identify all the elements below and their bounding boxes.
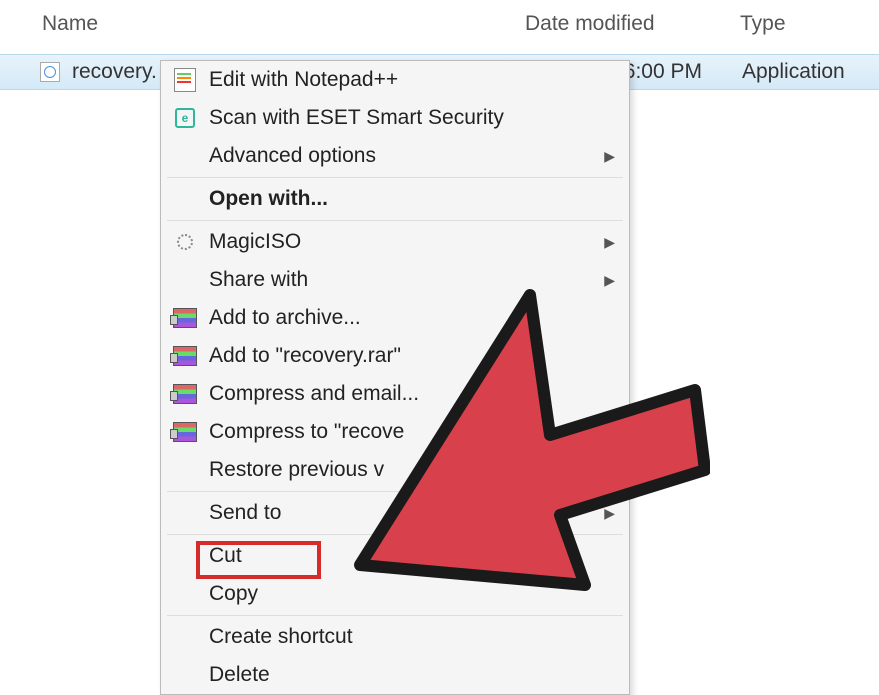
winrar-icon [171,304,199,332]
menu-copy[interactable]: Copy [161,575,629,613]
menu-cut[interactable]: Cut [161,537,629,575]
menu-scan-eset[interactable]: e Scan with ESET Smart Security [161,99,629,137]
column-header-type[interactable]: Type [740,12,786,36]
menu-magiciso[interactable]: MagicISO ▶ [161,223,629,261]
magiciso-icon [171,228,199,256]
menu-label: Open with... [209,187,328,211]
menu-create-shortcut[interactable]: Create shortcut [161,618,629,656]
menu-advanced-options[interactable]: Advanced options ▶ [161,137,629,175]
submenu-arrow-icon: ▶ [604,234,615,251]
submenu-arrow-icon: ▶ [604,272,615,289]
menu-label: Scan with ESET Smart Security [209,106,504,130]
menu-label: Restore previous v [209,458,384,482]
menu-label: MagicISO [209,230,301,254]
menu-separator [167,615,623,616]
submenu-arrow-icon: ▶ [604,148,615,165]
menu-separator [167,534,623,535]
menu-label: Copy [209,582,258,606]
column-header-date[interactable]: Date modified [525,12,740,36]
menu-share-with[interactable]: Share with ▶ [161,261,629,299]
menu-label: Compress and email... [209,382,419,406]
menu-compress-email[interactable]: Compress and email... [161,375,629,413]
menu-label: Create shortcut [209,625,353,649]
menu-add-rar[interactable]: Add to "recovery.rar" [161,337,629,375]
winrar-icon [171,342,199,370]
file-icon [40,62,60,82]
menu-label: Edit with Notepad++ [209,68,398,92]
column-header-name[interactable]: Name [0,12,525,36]
winrar-icon [171,418,199,446]
column-header-row: Name Date modified Type [0,0,879,54]
context-menu: Edit with Notepad++ e Scan with ESET Sma… [160,60,630,695]
menu-label: Delete [209,663,270,687]
menu-send-to[interactable]: Send to ▶ [161,494,629,532]
menu-label: Send to [209,501,281,525]
menu-open-with[interactable]: Open with... [161,180,629,218]
menu-label: Cut [209,544,242,568]
winrar-icon [171,380,199,408]
menu-label: Advanced options [209,144,376,168]
menu-delete[interactable]: Delete [161,656,629,694]
file-type: Application [742,60,845,84]
menu-label: Add to archive... [209,306,361,330]
eset-icon: e [171,104,199,132]
menu-add-archive[interactable]: Add to archive... [161,299,629,337]
menu-separator [167,177,623,178]
menu-label: Share with [209,268,308,292]
menu-compress-to[interactable]: Compress to "recove [161,413,629,451]
menu-label: Compress to "recove [209,420,404,444]
menu-separator [167,220,623,221]
menu-edit-notepad[interactable]: Edit with Notepad++ [161,61,629,99]
notepad-plus-icon [171,66,199,94]
menu-separator [167,491,623,492]
submenu-arrow-icon: ▶ [604,505,615,522]
menu-restore-previous[interactable]: Restore previous v [161,451,629,489]
menu-label: Add to "recovery.rar" [209,344,401,368]
